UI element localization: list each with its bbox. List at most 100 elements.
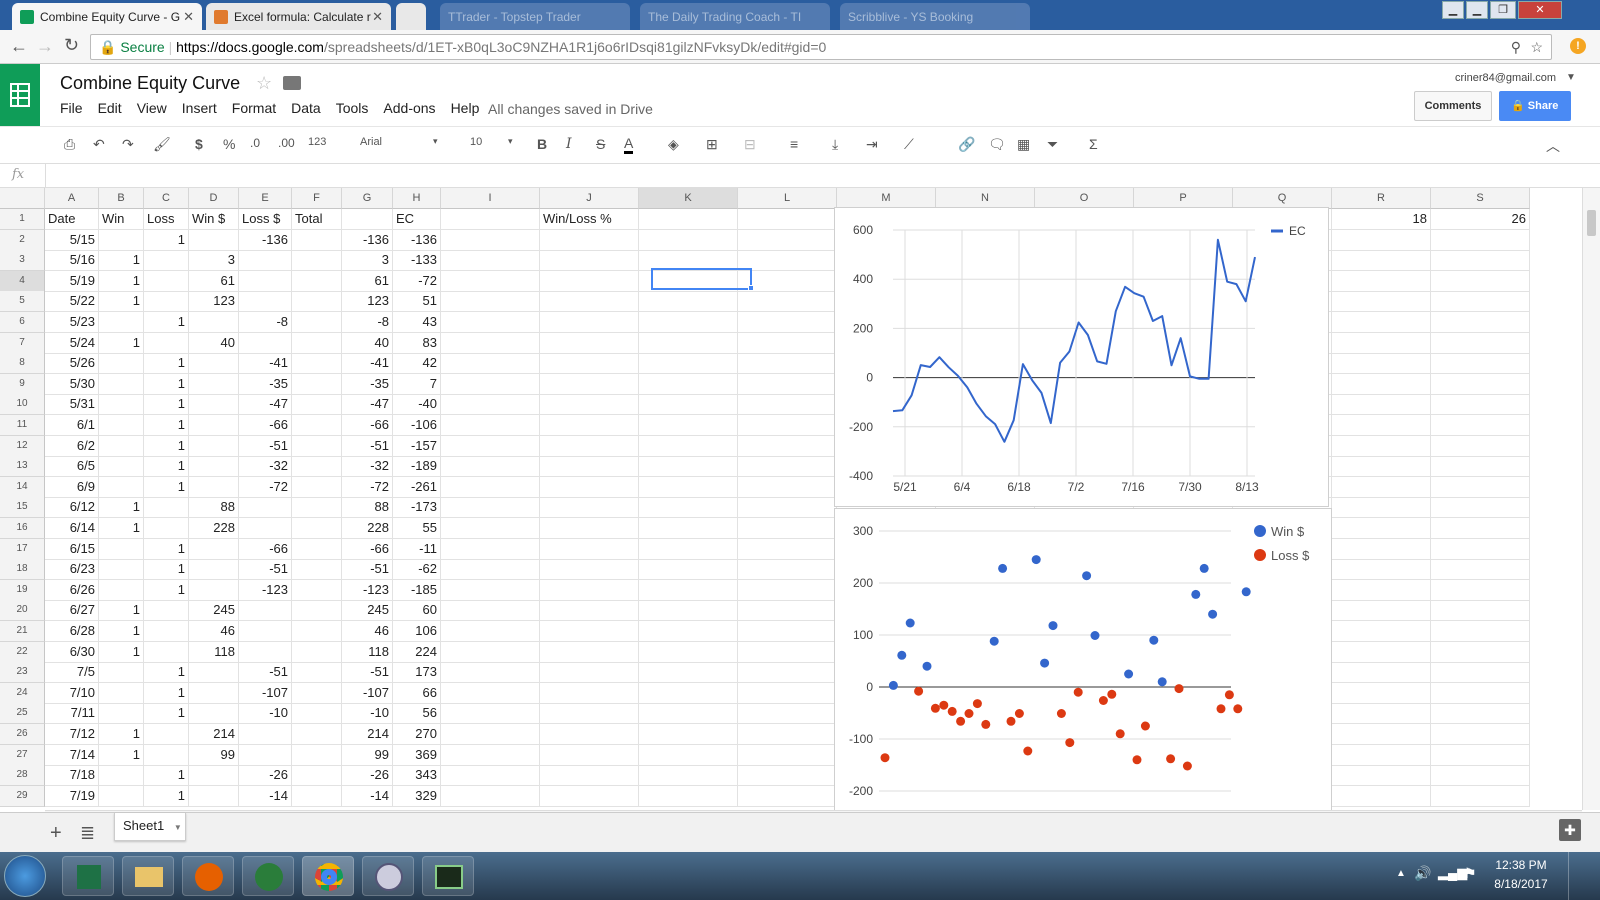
cell-c9[interactable]: 1 [144, 373, 189, 395]
row-header[interactable]: 2 [0, 229, 45, 251]
row-header[interactable]: 25 [0, 703, 45, 725]
cell-s29[interactable] [1431, 785, 1530, 807]
cell-s4[interactable] [1431, 270, 1530, 292]
cell-k13[interactable] [639, 456, 738, 478]
cell-e11[interactable]: -66 [239, 415, 292, 436]
cell-g18[interactable]: -51 [342, 559, 393, 581]
alert-icon[interactable]: ! [1570, 38, 1586, 54]
cell-j18[interactable] [540, 559, 639, 581]
cell-a12[interactable]: 6/2 [45, 435, 99, 457]
cell-c3[interactable] [144, 250, 189, 272]
cell-f21[interactable] [292, 621, 342, 642]
cell-r18[interactable] [1332, 559, 1431, 581]
cell-e24[interactable]: -107 [239, 682, 292, 704]
cell-h29[interactable]: 329 [393, 785, 441, 807]
cell-a25[interactable]: 7/11 [45, 703, 99, 725]
cell-r15[interactable] [1332, 497, 1431, 519]
cell-e22[interactable] [239, 641, 292, 663]
cell-k21[interactable] [639, 621, 738, 642]
decrease-decimal-button[interactable]: .0 [250, 136, 260, 150]
cell-f2[interactable] [292, 229, 342, 251]
globe-app-taskbar-icon[interactable] [242, 856, 294, 896]
cell-s11[interactable] [1431, 415, 1530, 436]
cell-k20[interactable] [639, 600, 738, 622]
cell-c11[interactable]: 1 [144, 415, 189, 436]
cell-h12[interactable]: -157 [393, 435, 441, 457]
cell-d10[interactable] [189, 394, 239, 416]
cell-f15[interactable] [292, 497, 342, 519]
column-header-f[interactable]: F [292, 188, 342, 209]
cell-h20[interactable]: 60 [393, 600, 441, 622]
chrome-taskbar-icon[interactable] [302, 856, 354, 896]
cell-i25[interactable] [441, 703, 540, 725]
cell-f22[interactable] [292, 641, 342, 663]
cell-g21[interactable]: 46 [342, 621, 393, 642]
cell-e19[interactable]: -123 [239, 579, 292, 601]
cell-i9[interactable] [441, 373, 540, 395]
cell-d18[interactable] [189, 559, 239, 581]
volume-icon[interactable]: 🔊 [1414, 865, 1431, 882]
cell-b25[interactable] [99, 703, 144, 725]
vertical-align-icon[interactable]: ⤓ [832, 136, 838, 153]
column-header-o[interactable]: O [1035, 188, 1134, 209]
new-tab-button[interactable] [396, 3, 426, 30]
cell-f12[interactable] [292, 435, 342, 457]
cell-c13[interactable]: 1 [144, 456, 189, 478]
cell-e16[interactable] [239, 518, 292, 539]
percent-format-button[interactable]: % [223, 136, 235, 152]
row-header[interactable]: 21 [0, 621, 45, 642]
cell-h2[interactable]: -136 [393, 229, 441, 251]
cell-e26[interactable] [239, 724, 292, 745]
cell-c21[interactable] [144, 621, 189, 642]
cell-e2[interactable]: -136 [239, 229, 292, 251]
cell-e8[interactable]: -41 [239, 353, 292, 375]
cell-k12[interactable] [639, 435, 738, 457]
cell-c15[interactable] [144, 497, 189, 519]
cell-s16[interactable] [1431, 518, 1530, 539]
cell-k1[interactable] [639, 209, 738, 230]
borders-icon[interactable]: ⊞ [706, 136, 718, 153]
excel-taskbar-icon[interactable] [62, 856, 114, 896]
minimize-icon[interactable]: ▁ [1466, 1, 1488, 19]
cell-f5[interactable] [292, 291, 342, 313]
cell-h1[interactable]: EC [393, 209, 441, 230]
cell-h17[interactable]: -11 [393, 538, 441, 560]
column-header-k[interactable]: K [639, 188, 738, 209]
ec-line-chart[interactable]: 600 400 200 0 -200 -400 5/21 6/4 6/18 7/2 7/16 7/30… [834, 207, 1329, 507]
row-header[interactable]: 17 [0, 538, 45, 560]
cell-i17[interactable] [441, 538, 540, 560]
cell-c22[interactable] [144, 641, 189, 663]
cell-b16[interactable]: 1 [99, 518, 144, 539]
cell-a24[interactable]: 7/10 [45, 682, 99, 704]
cell-j7[interactable] [540, 332, 639, 354]
cell-d5[interactable]: 123 [189, 291, 239, 313]
cell-d28[interactable] [189, 765, 239, 787]
cell-j15[interactable] [540, 497, 639, 519]
cell-b6[interactable] [99, 312, 144, 333]
menu-data[interactable]: Data [291, 100, 321, 116]
cell-f3[interactable] [292, 250, 342, 272]
cell-c27[interactable] [144, 744, 189, 766]
cell-a18[interactable]: 6/23 [45, 559, 99, 581]
cell-l5[interactable] [738, 291, 837, 313]
functions-button[interactable]: Σ [1089, 136, 1098, 152]
cell-a21[interactable]: 6/28 [45, 621, 99, 642]
cell-r8[interactable] [1332, 353, 1431, 375]
row-header[interactable]: 11 [0, 415, 45, 436]
cell-i10[interactable] [441, 394, 540, 416]
increase-decimal-button[interactable]: .00 [278, 136, 295, 150]
cell-j4[interactable] [540, 270, 639, 292]
cell-l11[interactable] [738, 415, 837, 436]
cell-f1[interactable]: Total [292, 209, 342, 230]
cell-j2[interactable] [540, 229, 639, 251]
column-header-r[interactable]: R [1332, 188, 1431, 209]
cell-k23[interactable] [639, 662, 738, 684]
cell-g24[interactable]: -107 [342, 682, 393, 704]
cell-r3[interactable] [1332, 250, 1431, 272]
cell-e4[interactable] [239, 270, 292, 292]
cell-i11[interactable] [441, 415, 540, 436]
row-header[interactable]: 18 [0, 559, 45, 581]
row-header[interactable]: 7 [0, 332, 45, 354]
cell-c7[interactable] [144, 332, 189, 354]
win-loss-scatter-chart[interactable]: 300 200 100 0 -100 -200 Win $ Loss $ [834, 508, 1332, 810]
